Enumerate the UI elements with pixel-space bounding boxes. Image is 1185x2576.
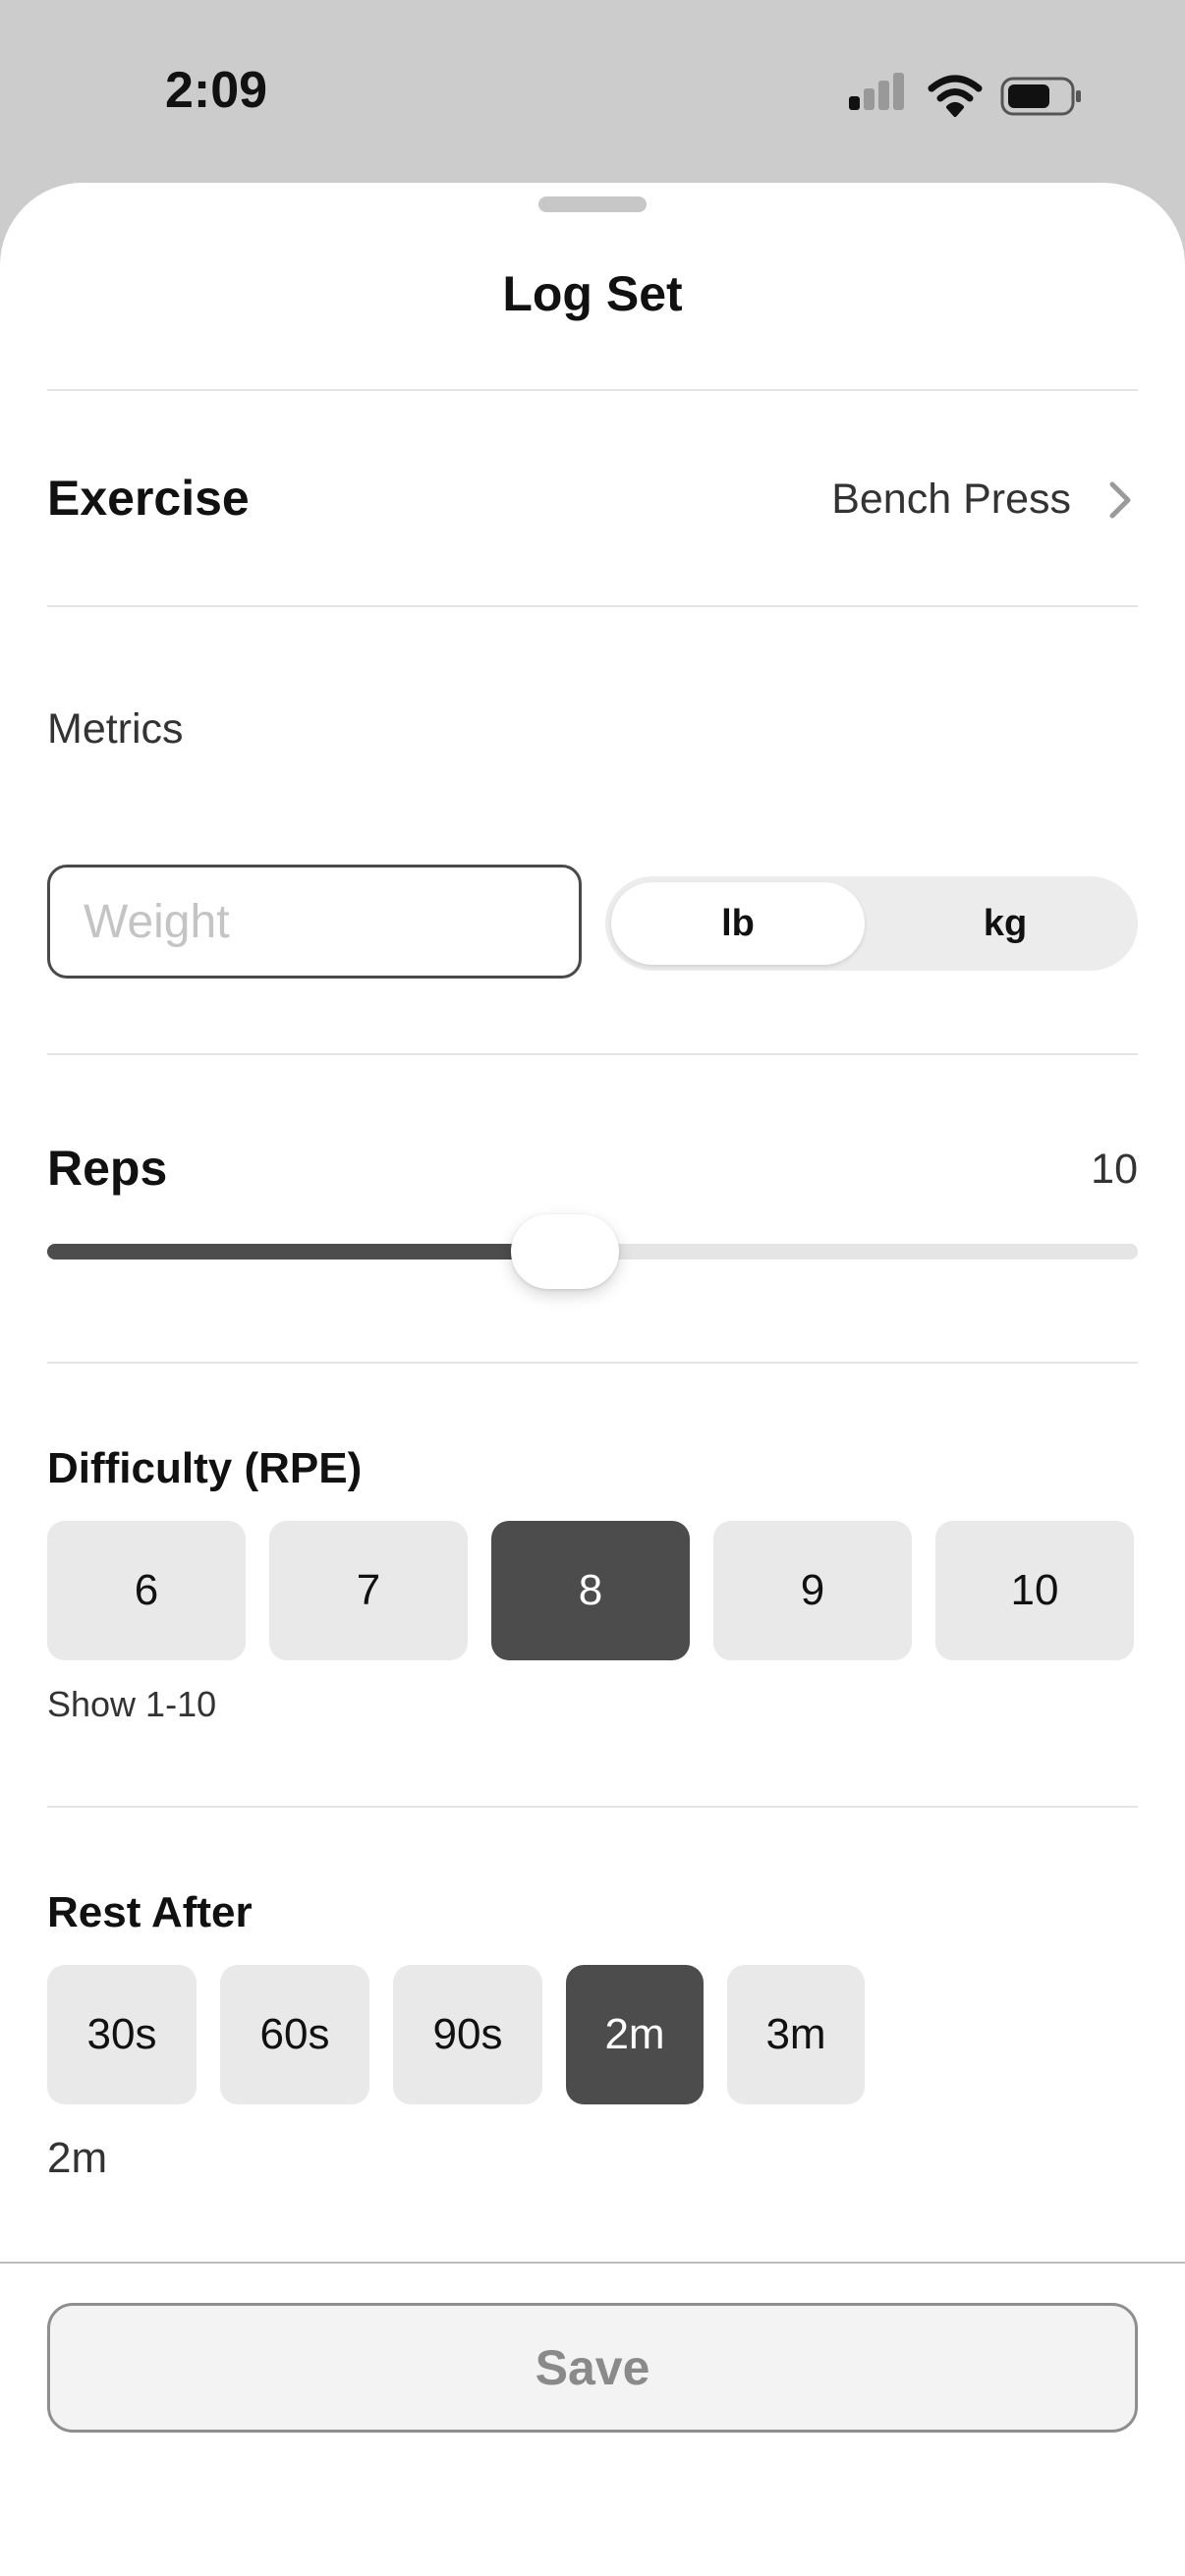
reps-slider[interactable] xyxy=(47,1214,1138,1289)
rest-option-90s[interactable]: 90s xyxy=(393,1965,542,2104)
chevron-right-icon xyxy=(1109,481,1131,519)
rest-options: 30s 60s 90s 2m 3m xyxy=(47,1965,888,2104)
metrics-section-label: Metrics xyxy=(47,705,184,753)
rpe-options: 6 7 8 9 10 xyxy=(47,1521,1134,1660)
rest-option-60s[interactable]: 60s xyxy=(220,1965,369,2104)
save-button[interactable]: Save xyxy=(47,2303,1138,2433)
unit-option-lb[interactable]: lb xyxy=(611,882,865,965)
reps-value: 10 xyxy=(1091,1146,1138,1193)
exercise-label: Exercise xyxy=(47,471,250,526)
battery-icon xyxy=(1000,77,1081,116)
bottom-bar: Save xyxy=(0,2262,1185,2576)
show-all-rpe-link[interactable]: Show 1-10 xyxy=(47,1684,216,1725)
difficulty-label: Difficulty (RPE) xyxy=(47,1444,363,1492)
rpe-option-7[interactable]: 7 xyxy=(269,1521,468,1660)
divider xyxy=(47,605,1138,607)
divider xyxy=(47,1053,1138,1055)
reps-slider-fill xyxy=(47,1244,566,1260)
rpe-option-6[interactable]: 6 xyxy=(47,1521,246,1660)
unit-toggle[interactable]: lb kg xyxy=(605,876,1138,971)
reps-slider-thumb[interactable] xyxy=(511,1214,620,1289)
divider xyxy=(47,1362,1138,1364)
sheet-title: Log Set xyxy=(502,266,683,321)
rpe-option-10[interactable]: 10 xyxy=(935,1521,1134,1660)
rest-option-3m[interactable]: 3m xyxy=(727,1965,865,2104)
reps-label: Reps xyxy=(47,1141,168,1196)
status-icons xyxy=(847,71,1083,120)
divider xyxy=(47,389,1138,391)
wifi-icon xyxy=(928,75,983,117)
rpe-option-9[interactable]: 9 xyxy=(713,1521,912,1660)
rest-summary: 2m xyxy=(47,2134,108,2182)
log-set-sheet: Log Set xyxy=(0,183,1185,2576)
rest-label: Rest After xyxy=(47,1888,253,1936)
status-time: 2:09 xyxy=(165,62,268,119)
cellular-signal-icon xyxy=(847,71,906,120)
rest-option-30s[interactable]: 30s xyxy=(47,1965,197,2104)
divider xyxy=(47,1806,1138,1808)
sheet-grabber[interactable] xyxy=(538,196,647,212)
rpe-option-8[interactable]: 8 xyxy=(491,1521,690,1660)
weight-input[interactable] xyxy=(47,865,582,979)
unit-option-kg[interactable]: kg xyxy=(878,882,1132,965)
exercise-value: Bench Press xyxy=(831,476,1071,523)
status-bar: 2:09 xyxy=(0,0,1185,187)
rest-option-2m[interactable]: 2m xyxy=(566,1965,704,2104)
